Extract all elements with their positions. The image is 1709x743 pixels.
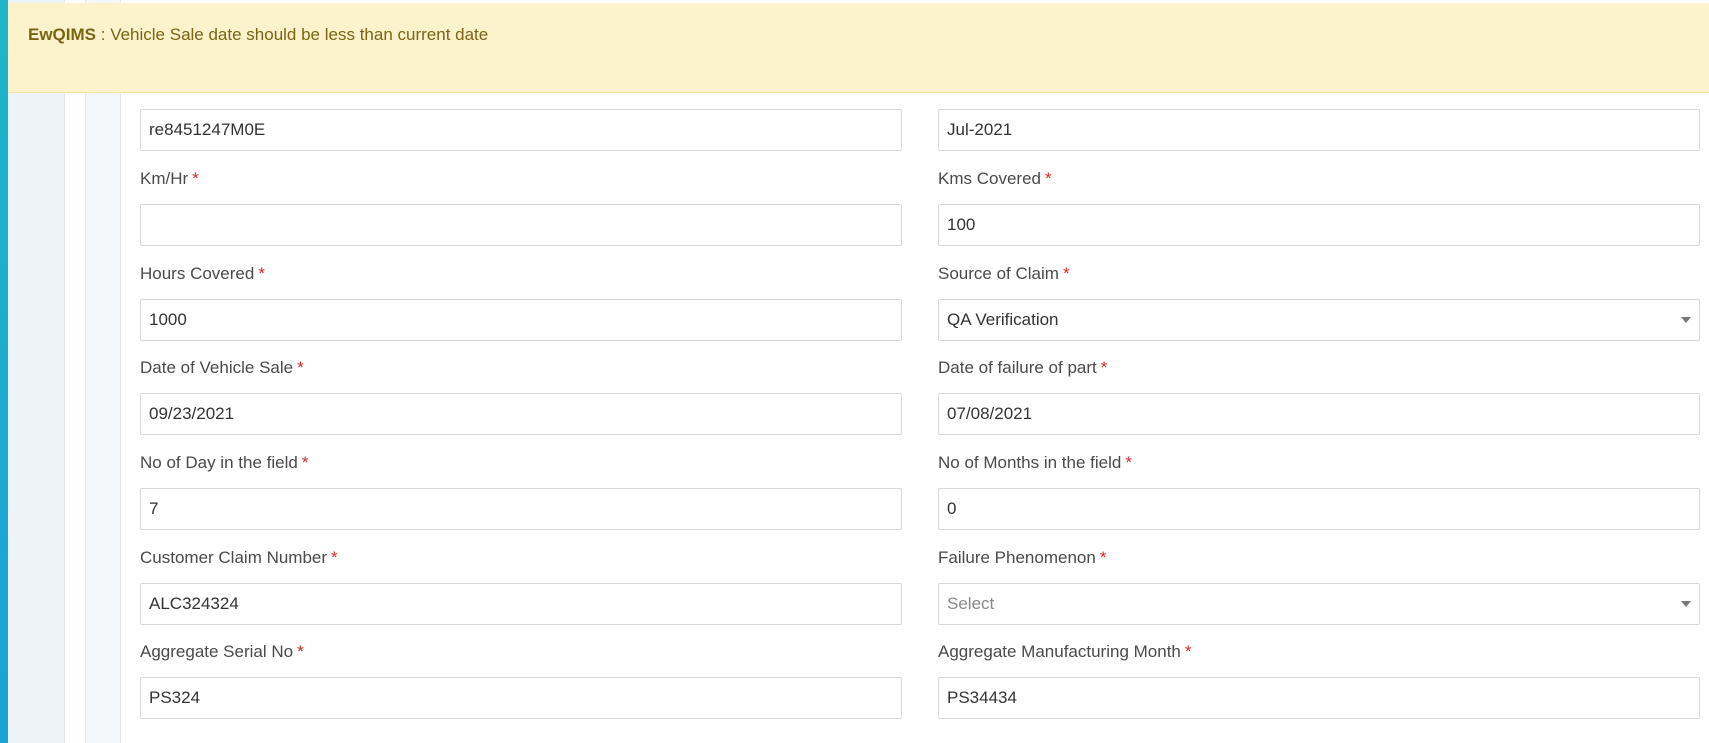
field-aggregate-mfg-month: Aggregate Manufacturing Month * PS34434: [938, 641, 1700, 719]
field-failure-phenomenon: Failure Phenomenon * Select: [938, 547, 1700, 625]
date-vehicle-sale-label: Date of Vehicle Sale *: [140, 358, 304, 377]
field-km-hr: Km/Hr *: [140, 168, 902, 246]
date-failure-part-input[interactable]: 07/08/2021: [938, 393, 1700, 435]
sidebar-accent-bar: [0, 0, 8, 743]
km-hr-input[interactable]: [140, 204, 902, 246]
failure-phenomenon-label: Failure Phenomenon *: [938, 548, 1107, 567]
days-in-field-label: No of Day in the field *: [140, 453, 309, 472]
kms-covered-input[interactable]: 100: [938, 204, 1700, 246]
source-of-claim-select[interactable]: QA Verification: [938, 299, 1700, 341]
alert-message: Vehicle Sale date should be less than cu…: [110, 25, 489, 44]
field-kms-covered: Kms Covered * 100: [938, 168, 1700, 246]
top-left-input[interactable]: re8451247M0E: [140, 109, 902, 151]
hours-covered-label: Hours Covered *: [140, 264, 265, 283]
chevron-down-icon: [1681, 317, 1691, 323]
alert-separator: :: [96, 25, 111, 44]
date-vehicle-sale-input[interactable]: 09/23/2021: [140, 393, 902, 435]
form-content: re8451247M0E Jul-2021 Km/Hr * Kms Covered…: [121, 0, 1709, 743]
aggregate-mfg-month-input[interactable]: PS34434: [938, 677, 1700, 719]
chevron-down-icon: [1681, 601, 1691, 607]
alert-banner: EwQIMS : Vehicle Sale date should be les…: [8, 3, 1709, 93]
field-date-vehicle-sale: Date of Vehicle Sale * 09/23/2021: [140, 357, 902, 435]
kms-covered-label: Kms Covered *: [938, 169, 1052, 188]
top-right-input[interactable]: Jul-2021: [938, 109, 1700, 151]
field-top-right: Jul-2021: [938, 109, 1700, 151]
failure-phenomenon-select[interactable]: Select: [938, 583, 1700, 625]
field-customer-claim-number: Customer Claim Number * ALC324324: [140, 547, 902, 625]
field-date-failure-part: Date of failure of part * 07/08/2021: [938, 357, 1700, 435]
field-days-in-field: No of Day in the field * 7: [140, 452, 902, 530]
field-months-in-field: No of Months in the field * 0: [938, 452, 1700, 530]
customer-claim-number-input[interactable]: ALC324324: [140, 583, 902, 625]
source-of-claim-value: QA Verification: [947, 310, 1059, 329]
hours-covered-input[interactable]: 1000: [140, 299, 902, 341]
months-in-field-input[interactable]: 0: [938, 488, 1700, 530]
aggregate-mfg-month-label: Aggregate Manufacturing Month *: [938, 642, 1192, 661]
date-failure-part-label: Date of failure of part *: [938, 358, 1108, 377]
km-hr-label: Km/Hr *: [140, 169, 199, 188]
days-in-field-input[interactable]: 7: [140, 488, 902, 530]
field-aggregate-serial-no: Aggregate Serial No * PS324: [140, 641, 902, 719]
sidebar-panel: [8, 0, 65, 743]
customer-claim-number-label: Customer Claim Number *: [140, 548, 338, 567]
alert-brand: EwQIMS: [28, 25, 97, 44]
content-gutter: [86, 0, 121, 743]
field-source-of-claim: Source of Claim * QA Verification: [938, 263, 1700, 341]
failure-phenomenon-placeholder: Select: [947, 594, 995, 613]
aggregate-serial-no-label: Aggregate Serial No *: [140, 642, 304, 661]
field-top-left: re8451247M0E: [140, 109, 902, 151]
field-hours-covered: Hours Covered * 1000: [140, 263, 902, 341]
aggregate-serial-no-input[interactable]: PS324: [140, 677, 902, 719]
sidebar-divider: [65, 0, 86, 743]
months-in-field-label: No of Months in the field *: [938, 453, 1132, 472]
source-of-claim-label: Source of Claim *: [938, 264, 1070, 283]
